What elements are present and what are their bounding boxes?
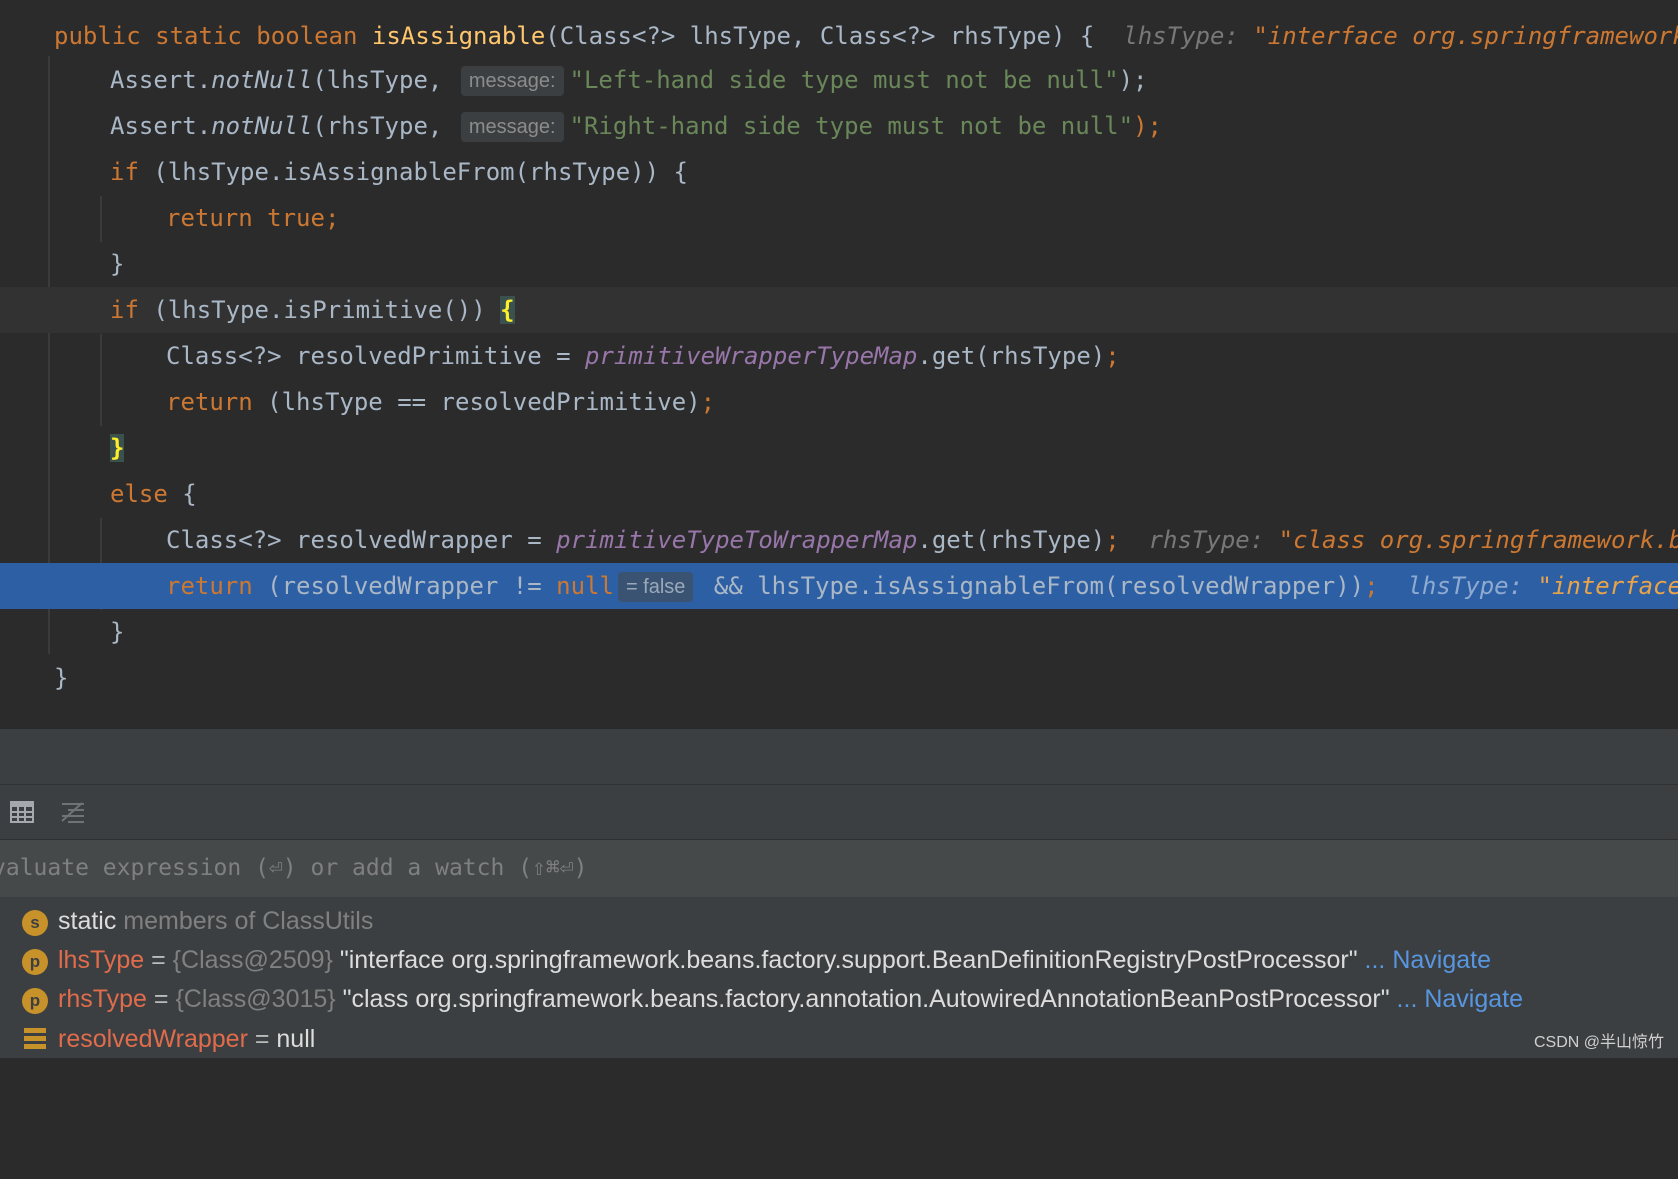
table-layout-icon[interactable] bbox=[9, 799, 35, 825]
debug-toolbar bbox=[0, 784, 1678, 839]
code-line-9[interactable]: return (lhsType == resolvedPrimitive); bbox=[0, 379, 1678, 425]
variable-row-resolvedWrapper[interactable]: resolvedWrapper = null bbox=[0, 1019, 1678, 1059]
execution-point-line[interactable]: return (resolvedWrapper != null= false &… bbox=[0, 563, 1678, 609]
watermark: CSDN @半山惊竹 bbox=[1534, 1028, 1664, 1052]
static-badge-icon: s bbox=[22, 910, 48, 936]
code-editor[interactable]: public static boolean isAssignable(Class… bbox=[0, 0, 1678, 728]
inline-value: "interface o bbox=[1538, 572, 1678, 600]
code-line-5[interactable]: return true; bbox=[0, 195, 1678, 241]
code-line-15[interactable]: } bbox=[0, 655, 1678, 701]
inline-value-name: lhsType: bbox=[1407, 572, 1523, 600]
inline-value-name: rhsType: bbox=[1149, 526, 1265, 554]
code-line-8[interactable]: Class<?> resolvedPrimitive = primitiveWr… bbox=[0, 333, 1678, 379]
local-variable-icon bbox=[24, 1028, 46, 1050]
code-line-4[interactable]: if (lhsType.isAssignableFrom(rhsType)) { bbox=[0, 149, 1678, 195]
matched-brace: { bbox=[500, 296, 514, 324]
code-line-3[interactable]: Assert.notNull(rhsType, message:"Right-h… bbox=[0, 103, 1678, 149]
code-line-11[interactable]: else { bbox=[0, 471, 1678, 517]
debug-panel-header bbox=[0, 728, 1678, 785]
code-line-1[interactable]: public static boolean isAssignable(Class… bbox=[0, 13, 1678, 59]
navigate-link[interactable]: Navigate bbox=[1392, 946, 1491, 974]
matched-brace: } bbox=[110, 434, 124, 462]
variable-row-static[interactable]: s static members of ClassUtils bbox=[0, 901, 1678, 941]
code-line-7-current[interactable]: if (lhsType.isPrimitive()) { bbox=[0, 287, 1678, 333]
parameter-badge-icon: p bbox=[22, 988, 48, 1014]
code-line-14[interactable]: } bbox=[0, 609, 1678, 655]
code-line-10[interactable]: } bbox=[0, 425, 1678, 471]
variables-panel: s static members of ClassUtils p lhsType… bbox=[0, 897, 1678, 1058]
navigate-link[interactable]: Navigate bbox=[1424, 985, 1523, 1013]
inline-value-name: lhsType: bbox=[1123, 22, 1239, 50]
inline-value: "interface org.springframework.be bbox=[1253, 22, 1678, 50]
parameter-hint: message: bbox=[461, 112, 564, 142]
tree-layout-icon[interactable] bbox=[60, 799, 86, 825]
evaluate-expression-bar bbox=[0, 839, 1678, 898]
code-line-6[interactable]: } bbox=[0, 241, 1678, 287]
parameter-badge-icon: p bbox=[22, 949, 48, 975]
code-line-2[interactable]: Assert.notNull(lhsType, message:"Left-ha… bbox=[0, 57, 1678, 103]
evaluation-hint: = false bbox=[618, 572, 693, 602]
variable-row-rhsType[interactable]: p rhsType = {Class@3015} "class org.spri… bbox=[0, 979, 1678, 1019]
code-line-12[interactable]: Class<?> resolvedWrapper = primitiveType… bbox=[0, 517, 1678, 563]
inline-value: "class org.springframework.bean bbox=[1279, 526, 1678, 554]
parameter-hint: message: bbox=[461, 66, 564, 96]
evaluate-expression-input[interactable] bbox=[0, 840, 1652, 895]
variable-row-lhsType[interactable]: p lhsType = {Class@2509} "interface org.… bbox=[0, 940, 1678, 980]
